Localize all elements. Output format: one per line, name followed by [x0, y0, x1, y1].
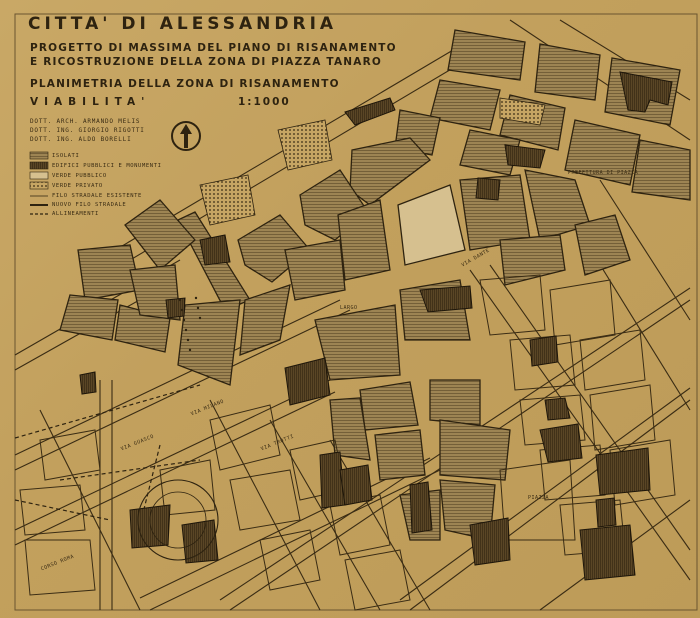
legend-swatch-green-public [29, 171, 49, 180]
legend-swatch-public [29, 161, 49, 170]
author-2: DOTT. ING. GIORGIO RIGOTTI [30, 127, 145, 134]
plan-title: PLANIMETRIA DELLA ZONA DI RISANAMENTO [30, 78, 340, 90]
city-title: CITTA' DI ALESSANDRIA [28, 14, 338, 34]
project-line-1: PROGETTO DI MASSIMA DEL PIANO DI RISANAM… [30, 42, 397, 54]
legend-label-green-public: VERDE PUBBLICO [52, 173, 107, 179]
legend-swatch-green-private [29, 181, 49, 190]
legend-label-existing: FILO STRADALE ESISTENTE [52, 193, 142, 199]
legend-label-alignment: ALLINEAMENTI [52, 211, 99, 217]
label-prefettura: PREFETTURA DI PIAZZA [568, 170, 639, 176]
scale-label: 1:1000 [238, 96, 291, 108]
subject-title: VIABILITA' [30, 96, 151, 108]
legend-label-green-private: VERDE PRIVATO [52, 183, 103, 189]
round-piazza [137, 479, 219, 561]
legend-swatch-blocks [29, 151, 49, 160]
legend-label-public: EDIFICI PUBBLICI E MONUMENTI [52, 163, 162, 169]
north-arrow-icon [171, 121, 201, 151]
green-area [397, 184, 466, 266]
label-largo: LARGO [340, 305, 358, 311]
legend-label-blocks: ISOLATI [52, 153, 80, 159]
author-1: DOTT. ARCH. ARMANDO MELIS [30, 118, 141, 125]
author-3: DOTT. ING. ALDO BORELLI [30, 136, 132, 143]
label-piazza: PIAZZA [528, 495, 550, 501]
legend-label-new: NUOVO FILO STRADALE [52, 202, 127, 208]
legend-swatches [29, 151, 49, 215]
project-line-2: E RICOSTRUZIONE DELLA ZONA DI PIAZZA TAN… [30, 56, 383, 68]
